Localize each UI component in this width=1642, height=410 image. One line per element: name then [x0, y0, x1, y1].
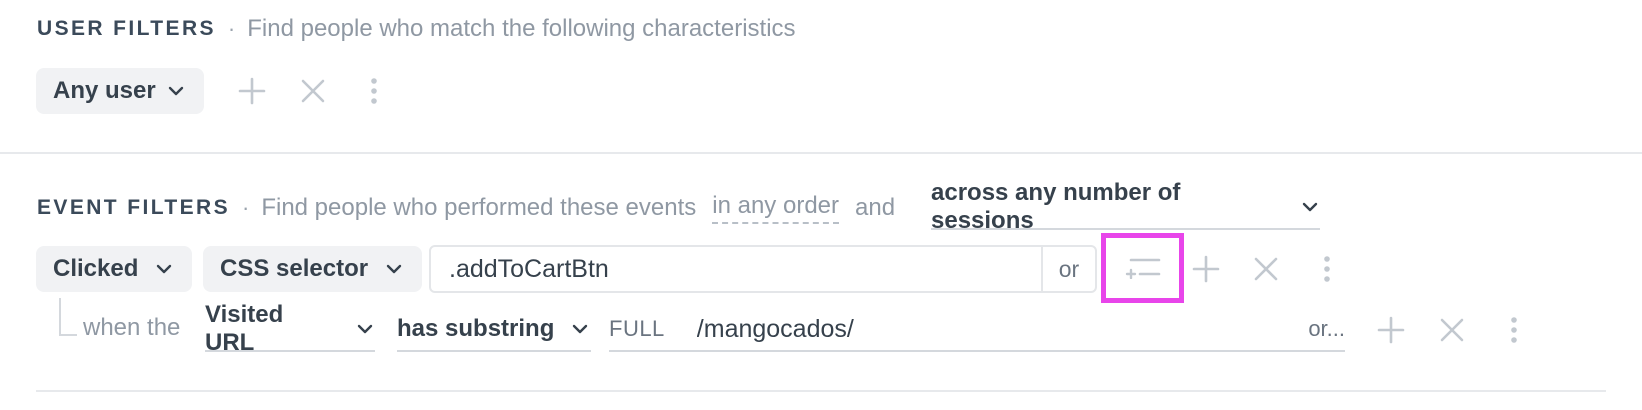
bottom-divider — [36, 390, 1606, 392]
sub-filter-more-button[interactable] — [1496, 312, 1532, 348]
any-user-label: Any user — [53, 77, 156, 104]
remove-user-filter-button[interactable] — [295, 73, 331, 109]
plus-icon — [1377, 316, 1405, 344]
css-selector-input[interactable] — [431, 248, 1041, 290]
when-the-label: when the — [83, 314, 181, 341]
or-more-button[interactable]: or... — [1308, 316, 1345, 342]
any-user-select[interactable]: Any user — [36, 68, 204, 114]
event-type-label: Clicked — [53, 255, 139, 282]
sessions-select-label: across any number of sessions — [931, 179, 1181, 234]
url-value-input[interactable] — [694, 310, 1259, 348]
operator-select[interactable]: has substring — [397, 308, 591, 352]
event-type-select[interactable]: Clicked — [36, 246, 193, 292]
chevron-down-icon — [1300, 197, 1320, 217]
event-filter-more-button[interactable] — [1309, 251, 1345, 287]
user-filters-header: USER FILTERS · Find people who match the… — [37, 14, 796, 44]
more-vertical-icon — [1324, 256, 1330, 282]
separator: · — [227, 16, 236, 41]
close-icon — [1440, 318, 1464, 342]
selector-type-select[interactable]: CSS selector — [203, 246, 423, 292]
section-divider — [0, 152, 1642, 154]
user-filters-title: USER FILTERS — [37, 17, 216, 40]
add-user-filter-button[interactable] — [234, 73, 270, 109]
separator: · — [242, 195, 250, 220]
selector-type-label: CSS selector — [220, 255, 369, 282]
user-filter-more-button[interactable] — [356, 73, 392, 109]
add-condition-button[interactable] — [1101, 233, 1184, 303]
selector-input-group: or — [429, 245, 1097, 293]
close-icon — [1254, 257, 1278, 281]
chevron-down-icon — [154, 259, 174, 279]
chevron-down-icon — [570, 319, 590, 339]
url-value-field: FULL or... — [609, 308, 1345, 352]
close-icon — [301, 79, 325, 103]
plus-icon — [238, 77, 266, 105]
chevron-down-icon — [384, 259, 404, 279]
chevron-down-icon — [166, 81, 186, 101]
event-filters-header: EVENT FILTERS · Find people who performe… — [37, 190, 895, 226]
remove-event-filter-button[interactable] — [1248, 251, 1284, 287]
more-vertical-icon — [371, 78, 377, 104]
event-filters-title: EVENT FILTERS — [37, 196, 230, 219]
and-text: and — [855, 194, 896, 221]
or-button[interactable]: or — [1043, 256, 1095, 283]
add-event-filter-button[interactable] — [1188, 251, 1224, 287]
plus-icon — [1192, 255, 1220, 283]
tree-connector-icon — [59, 298, 77, 336]
property-select[interactable]: Visited URL — [205, 301, 375, 356]
property-select-label: Visited URL — [205, 301, 284, 356]
event-filters-description: Find people who performed these events — [261, 194, 697, 221]
operator-select-label: has substring — [397, 315, 555, 342]
order-toggle-link[interactable]: in any order — [712, 192, 840, 224]
sessions-select[interactable]: across any number of sessions — [931, 179, 1320, 234]
match-mode-toggle[interactable]: FULL — [609, 316, 665, 342]
more-vertical-icon — [1511, 317, 1517, 343]
remove-sub-filter-button[interactable] — [1434, 312, 1470, 348]
add-condition-icon — [1125, 258, 1160, 279]
user-filters-description: Find people who match the following char… — [247, 15, 796, 42]
add-sub-filter-button[interactable] — [1373, 312, 1409, 348]
chevron-down-icon — [355, 319, 375, 339]
